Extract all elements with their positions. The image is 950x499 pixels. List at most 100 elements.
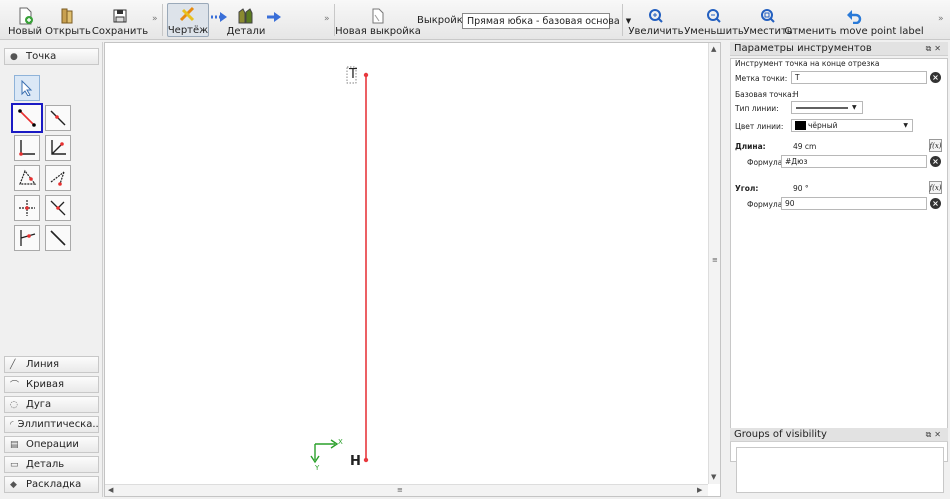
- length-formula-field[interactable]: #Дюз: [781, 155, 927, 168]
- new-pattern-button[interactable]: Новая выкройка: [335, 3, 421, 37]
- undo-button[interactable]: Отменить move point label: [784, 3, 924, 37]
- color-swatch-icon: [795, 121, 806, 130]
- open-label: Открыть: [45, 26, 91, 37]
- length-row: Длина: 49 cm: [735, 139, 943, 153]
- tool-line-intersect[interactable]: [14, 225, 40, 251]
- angle-formula-caption: Формула: [747, 199, 783, 209]
- draw-mode-button[interactable]: Чертёж: [167, 3, 209, 37]
- right-dock: Параметры инструментов ⧉✕ Инструмент точ…: [728, 42, 950, 497]
- group-point-label: Точка: [26, 51, 57, 62]
- scroll-left-icon[interactable]: ◀: [108, 486, 113, 494]
- toolbar-more-3[interactable]: »: [938, 14, 944, 24]
- group-curve[interactable]: ⌒ Кривая: [4, 376, 99, 393]
- pointer-icon: [21, 80, 33, 96]
- group-layout-label: Раскладка: [26, 479, 82, 490]
- group-arc[interactable]: ◌ Дуга: [4, 396, 99, 413]
- drawing-canvas[interactable]: T H X Y ▲ ≡ ▼ ◀ ≡ ▶: [104, 42, 721, 497]
- end-line-icon: [18, 109, 36, 127]
- visibility-groups-list[interactable]: [736, 447, 944, 493]
- group-detail[interactable]: ▭ Деталь: [4, 456, 99, 473]
- line-type-select[interactable]: ▼: [791, 101, 863, 114]
- group-operations-label: Операции: [26, 439, 79, 450]
- axis-origin-icon: [310, 439, 339, 464]
- solid-line-icon: [796, 106, 848, 109]
- tool-options-title-bar: Параметры инструментов ⧉✕: [730, 42, 948, 56]
- tool-end-line[interactable]: [11, 103, 43, 133]
- scroll-grip-icon[interactable]: ≡: [397, 486, 403, 494]
- open-folder-icon: [59, 7, 77, 25]
- new-file-icon: [17, 7, 33, 25]
- tool-bisector[interactable]: [45, 135, 71, 161]
- undo-arrow-icon: [846, 7, 862, 25]
- clear-icon[interactable]: ×: [930, 198, 941, 209]
- tool-along-line[interactable]: [45, 105, 71, 131]
- open-button[interactable]: Открыть: [45, 3, 91, 37]
- group-detail-label: Деталь: [26, 459, 65, 470]
- scroll-up-icon[interactable]: ▲: [711, 45, 716, 53]
- length-formula-value: #Дюз: [785, 157, 808, 166]
- scroll-down-icon[interactable]: ▼: [711, 473, 716, 481]
- tool-intersect-xy[interactable]: [14, 195, 40, 221]
- base-point-row: Базовая точка: H: [735, 87, 943, 101]
- triangle-icon: [50, 171, 65, 186]
- scroll-grip-icon[interactable]: ≡: [712, 256, 718, 264]
- point-label-field[interactable]: T: [791, 71, 927, 84]
- scroll-right-icon[interactable]: ▶: [697, 486, 702, 494]
- curve-icon: ⌒: [10, 381, 20, 391]
- details-mode-button[interactable]: Детали: [227, 3, 265, 37]
- new-label: Новый: [8, 26, 42, 37]
- group-point[interactable]: ● Точка: [4, 48, 99, 65]
- clear-icon[interactable]: ×: [930, 72, 941, 83]
- arrow-right-icon: [266, 10, 282, 27]
- point-h-marker[interactable]: [363, 457, 369, 463]
- toolbar-separator: [162, 4, 163, 36]
- visibility-title: Groups of visibility: [734, 429, 827, 440]
- zoom-fit-icon: [760, 7, 776, 25]
- normal-icon: [19, 140, 35, 156]
- line-color-select[interactable]: чёрный ▼: [791, 119, 913, 132]
- tool-normal[interactable]: [14, 135, 40, 161]
- line-intersect-icon: [20, 230, 36, 246]
- vertical-scrollbar[interactable]: ▲ ≡ ▼: [708, 43, 720, 484]
- arrow-right-icon: [210, 10, 228, 27]
- base-point-value: H: [793, 89, 799, 99]
- angle-caption: Угол:: [735, 183, 759, 193]
- point-label-caption: Метка точки:: [735, 73, 788, 83]
- angle-row: Угол: 90 °: [735, 181, 943, 195]
- horizontal-scrollbar[interactable]: ◀ ≡ ▶: [105, 484, 708, 496]
- angle-formula-button[interactable]: f(x): [929, 181, 942, 194]
- new-button[interactable]: Новый: [8, 3, 42, 37]
- group-arc-label: Дуга: [26, 399, 52, 410]
- bullet-icon: ●: [10, 51, 18, 62]
- tool-shoulder[interactable]: [14, 165, 40, 191]
- zoom-in-icon: [648, 7, 664, 25]
- along-line-icon: [50, 110, 66, 126]
- point-h-label[interactable]: H: [350, 454, 361, 469]
- dock-float-close-icon[interactable]: ⧉✕: [926, 44, 944, 54]
- tool-arrow[interactable]: [14, 75, 40, 101]
- tool-line[interactable]: [45, 225, 71, 251]
- save-button[interactable]: Сохранить: [92, 3, 148, 37]
- group-operations[interactable]: ▤ Операции: [4, 436, 99, 453]
- tool-height[interactable]: [45, 195, 71, 221]
- length-formula-caption: Формула: [747, 157, 783, 167]
- floppy-disk-icon: [112, 7, 128, 25]
- zoom-out-button[interactable]: Уменьшить: [684, 3, 744, 37]
- point-t-marker[interactable]: [363, 72, 369, 78]
- toolbar-more-1[interactable]: »: [152, 14, 158, 24]
- point-label-value: T: [795, 73, 800, 82]
- group-line[interactable]: ╱ Линия: [4, 356, 99, 373]
- tool-triangle[interactable]: [45, 165, 71, 191]
- clear-icon[interactable]: ×: [930, 156, 941, 167]
- toolbar-more-2[interactable]: »: [324, 14, 330, 24]
- dock-float-close-icon[interactable]: ⧉✕: [926, 430, 944, 440]
- point-t-label[interactable]: T: [349, 67, 357, 82]
- group-curve-label: Кривая: [26, 379, 64, 390]
- group-elliptical[interactable]: ◜ Эллиптическа...: [4, 416, 99, 433]
- length-formula-button[interactable]: f(x): [929, 139, 942, 152]
- group-layout[interactable]: ◆ Раскладка: [4, 476, 99, 493]
- zoom-in-button[interactable]: Увеличить: [628, 3, 684, 37]
- angle-formula-field[interactable]: 90: [781, 197, 927, 210]
- pattern-select[interactable]: Прямая юбка - базовая основа ▼: [462, 13, 631, 29]
- tool-subtitle: Инструмент точка на конце отрезка: [735, 59, 880, 68]
